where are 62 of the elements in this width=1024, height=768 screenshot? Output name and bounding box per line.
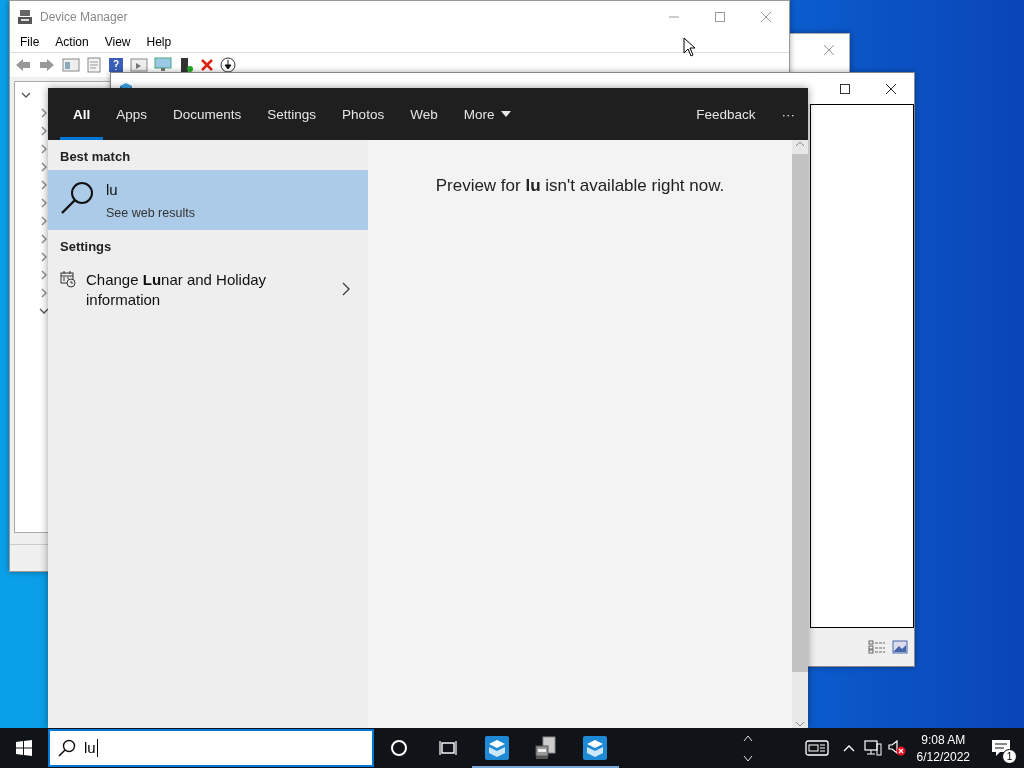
clock-time[interactable]: 9:08 AM (921, 732, 966, 747)
expand-chevron-icon[interactable] (39, 108, 49, 118)
caret-icon (501, 111, 512, 117)
computer-icon (18, 8, 32, 25)
search-icon (58, 739, 76, 757)
menu-item[interactable]: Action (47, 35, 97, 49)
details-view-icon[interactable] (868, 640, 886, 654)
search-icon (60, 180, 96, 216)
box-icon (483, 735, 510, 761)
collapse-chevron-icon[interactable] (21, 90, 31, 100)
notifications-button[interactable]: 1 (978, 728, 1024, 768)
download-icon[interactable] (220, 57, 236, 73)
preview-message: Preview for lu isn't available right now. (435, 176, 725, 197)
window-title: Device Manager (40, 9, 128, 24)
muted-speaker-icon (887, 740, 906, 756)
maximize-icon (714, 10, 726, 23)
result-subtitle: See web results (106, 206, 196, 220)
circle-icon (389, 739, 408, 757)
close-icon (760, 10, 772, 23)
computer-icon (533, 736, 558, 760)
more-options-button[interactable]: ··· (768, 88, 808, 140)
maximize-icon (839, 82, 851, 95)
result-title: lu (106, 180, 119, 200)
windows-logo-icon (16, 740, 32, 756)
device-add-icon[interactable] (178, 57, 194, 73)
remove-icon[interactable] (200, 58, 214, 72)
filter-tab[interactable]: Apps (103, 88, 161, 140)
menu-item[interactable]: View (96, 35, 139, 49)
back-arrow-icon[interactable] (14, 57, 32, 73)
forward-arrow-icon[interactable] (38, 57, 56, 73)
section-heading: Best match (59, 148, 132, 166)
help-icon[interactable] (108, 57, 124, 73)
menu-item[interactable]: Help (138, 35, 180, 49)
search-field[interactable]: lu (48, 729, 374, 767)
search-result[interactable]: lu See web results (48, 170, 368, 230)
search-result[interactable]: Change Lunar and Holiday information (48, 260, 368, 320)
notification-count: 1 (1002, 749, 1017, 764)
filter-tab[interactable]: Settings (254, 88, 330, 140)
mouse-pointer-icon (683, 37, 697, 57)
section-heading: Settings (59, 238, 113, 256)
network-icon (863, 740, 882, 756)
window-icon[interactable] (130, 57, 148, 73)
filter-tab[interactable]: Photos (329, 88, 398, 140)
panel-icon[interactable] (62, 57, 80, 73)
box-icon (581, 735, 608, 761)
filter-tab[interactable]: Documents (160, 88, 255, 140)
image-view-icon[interactable] (892, 640, 908, 654)
calendar-clock-icon (60, 270, 76, 288)
chevron-right-icon[interactable] (342, 282, 350, 296)
close-icon (823, 44, 835, 56)
monitor-icon[interactable] (154, 57, 172, 73)
task-view-icon (438, 739, 457, 757)
result-title: Change Lunar and Holiday information (86, 270, 268, 310)
expand-chevron-icon[interactable] (39, 126, 49, 136)
chevron-up-icon (842, 744, 855, 752)
filter-tab[interactable]: Web (397, 88, 451, 140)
clock-date[interactable]: 6/12/2022 (916, 749, 970, 764)
menu-item[interactable]: File (12, 35, 48, 49)
feedback-link[interactable]: Feedback (683, 88, 769, 140)
close-icon (885, 82, 897, 95)
filter-tab[interactable]: More (450, 88, 525, 140)
news-icon (804, 740, 829, 756)
